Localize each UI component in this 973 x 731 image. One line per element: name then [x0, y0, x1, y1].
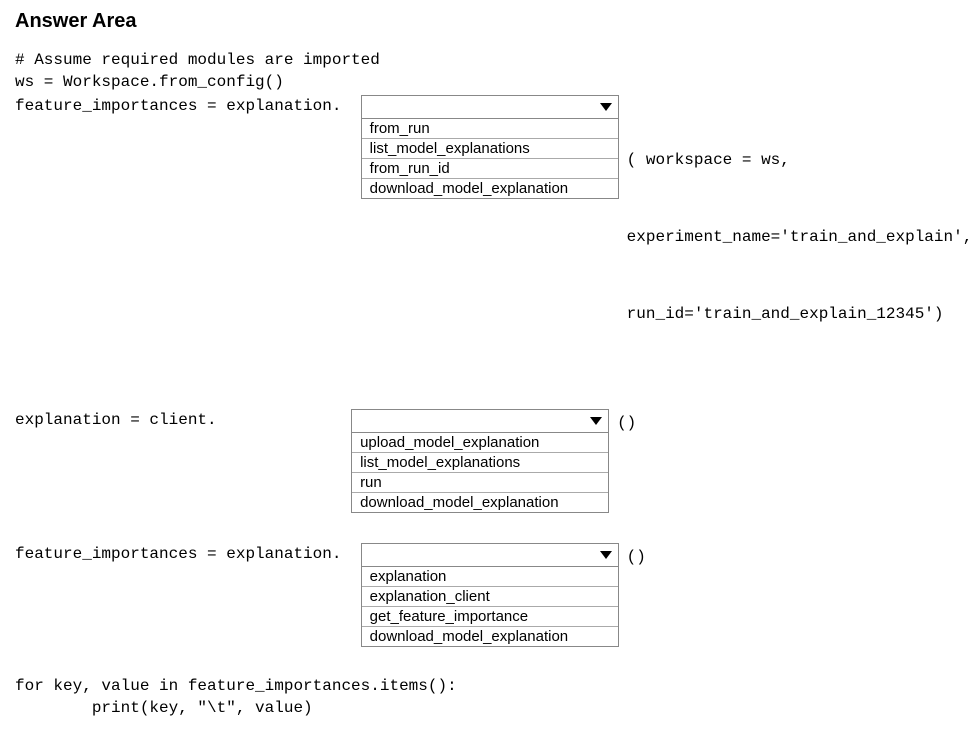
- row2-option[interactable]: upload_model_explanation: [352, 433, 608, 453]
- comment-line: # Assume required modules are imported: [15, 51, 958, 69]
- chevron-down-icon: [600, 103, 612, 111]
- row1-after-line2: experiment_name='train_and_explain',: [627, 225, 973, 251]
- row1-option[interactable]: from_run_id: [362, 159, 618, 179]
- answer-area-title: Answer Area: [15, 10, 958, 33]
- row3-option[interactable]: download_model_explanation: [362, 627, 618, 646]
- row3-options: explanation explanation_client get_featu…: [361, 567, 619, 647]
- row3-select[interactable]: [361, 543, 619, 567]
- row3-dropdown-group: explanation explanation_client get_featu…: [361, 543, 619, 647]
- row2-select[interactable]: [351, 409, 609, 433]
- row2-options: upload_model_explanation list_model_expl…: [351, 433, 609, 513]
- row2-option[interactable]: list_model_explanations: [352, 453, 608, 473]
- row1-option[interactable]: list_model_explanations: [362, 139, 618, 159]
- row1-select[interactable]: [361, 95, 619, 119]
- row1-after: ( workspace = ws, experiment_name='train…: [619, 95, 973, 379]
- row1-label: feature_importances = explanation.: [15, 95, 361, 115]
- chevron-down-icon: [590, 417, 602, 425]
- row1-dropdown-group: from_run list_model_explanations from_ru…: [361, 95, 619, 199]
- row3-option[interactable]: get_feature_importance: [362, 607, 618, 627]
- row2-option[interactable]: run: [352, 473, 608, 493]
- row3-after: (): [619, 543, 646, 571]
- loop-line-1: for key, value in feature_importances.it…: [15, 677, 958, 695]
- row1-after-line1: ( workspace = ws,: [627, 148, 973, 174]
- row1-options: from_run list_model_explanations from_ru…: [361, 119, 619, 199]
- row2-after: (): [609, 409, 636, 437]
- row3-label: feature_importances = explanation.: [15, 543, 361, 563]
- row3-option[interactable]: explanation_client: [362, 587, 618, 607]
- loop-line-2: print(key, "\t", value): [15, 699, 958, 717]
- row2-dropdown-group: upload_model_explanation list_model_expl…: [351, 409, 609, 513]
- row2-option[interactable]: download_model_explanation: [352, 493, 608, 512]
- row2-label: explanation = client.: [15, 409, 351, 429]
- workspace-line: ws = Workspace.from_config(): [15, 73, 958, 91]
- chevron-down-icon: [600, 551, 612, 559]
- row1-after-line3: run_id='train_and_explain_12345'): [627, 302, 973, 328]
- row3-option[interactable]: explanation: [362, 567, 618, 587]
- row-feature-importances-1: feature_importances = explanation. from_…: [15, 95, 958, 379]
- row-explanation-client: explanation = client. upload_model_expla…: [15, 409, 958, 513]
- row1-option[interactable]: download_model_explanation: [362, 179, 618, 198]
- row-feature-importances-2: feature_importances = explanation. expla…: [15, 543, 958, 647]
- row1-option[interactable]: from_run: [362, 119, 618, 139]
